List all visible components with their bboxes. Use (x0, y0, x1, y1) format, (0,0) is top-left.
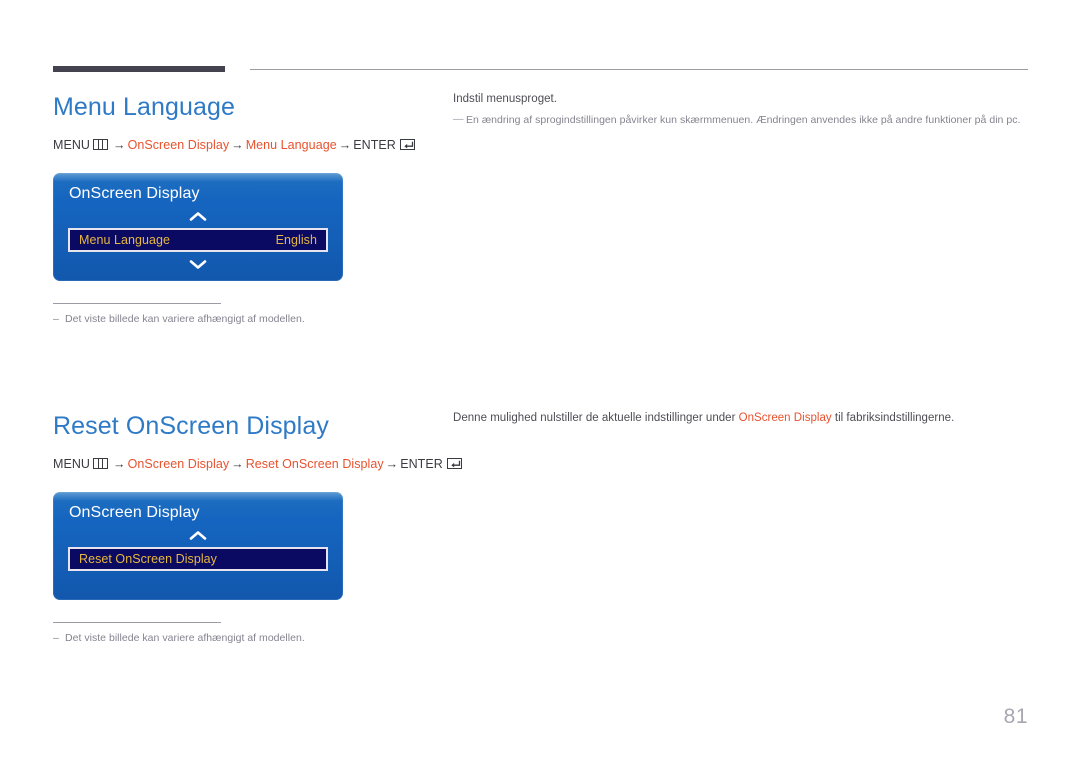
breadcrumb-step-2: Reset OnScreen Display (245, 457, 384, 471)
footnote-rule (53, 303, 221, 304)
breadcrumb-arrow-3: → (385, 457, 399, 471)
footnote-text: Det viste billede kan variere afhængigt … (65, 632, 305, 644)
breadcrumb-menu-label: MENU (53, 138, 91, 152)
osd-panel: OnScreen Display Reset OnScreen Display (53, 492, 343, 600)
breadcrumb-arrow-1: → (113, 457, 126, 471)
breadcrumb: MENU → OnScreen Display → Menu Language → ENTE… (53, 138, 433, 152)
footnote-text: Det viste billede kan variere afhængigt … (65, 313, 305, 325)
footnote-line: – Det viste billede kan variere afhængigt… (53, 312, 433, 326)
enter-return-icon (399, 139, 415, 150)
osd-row-value: English (275, 233, 317, 247)
footnote-line: – Det viste billede kan variere afhængigt… (53, 631, 433, 645)
menu-grid-icon (93, 458, 109, 469)
section-1-left-column: Menu Language MENU → OnScreen Display → Menu… (53, 92, 433, 326)
breadcrumb-menu-label: MENU (53, 457, 91, 471)
section-2-right-column: Denne mulighed nulstiller de aktuelle in… (453, 411, 1033, 426)
osd-row-label: Reset OnScreen Display (79, 552, 217, 566)
osd-row-menu-language[interactable]: Menu Language English (68, 228, 328, 252)
footnote-rule (53, 622, 221, 623)
description-body-accent: OnScreen Display (738, 412, 832, 424)
breadcrumb-arrow-3: → (338, 138, 352, 152)
description-title: Indstil menusproget. (453, 93, 557, 105)
description-note-text: En ændring af sprogindstillingen påvirke… (466, 114, 1021, 126)
breadcrumb-step-1: OnScreen Display (127, 457, 230, 471)
breadcrumb: MENU → OnScreen Display → Reset OnScreen Dis… (53, 457, 462, 471)
breadcrumb-arrow-1: → (113, 138, 126, 152)
panel-footnote: – Det viste billede kan variere afhængigt… (53, 303, 433, 326)
breadcrumb-arrow-2: → (231, 457, 244, 471)
panel-footnote: – Det viste billede kan variere afhængigt… (53, 622, 433, 645)
page-header-rules (0, 0, 1080, 80)
chevron-up-icon[interactable] (53, 211, 343, 223)
description-note: — En ændring af sprogindstillingen påvirk… (453, 113, 1042, 128)
note-dash-icon: — (453, 113, 464, 125)
breadcrumb-enter-label: ENTER (353, 138, 396, 152)
page-title: Reset OnScreen Display (53, 412, 329, 440)
breadcrumb-enter-label: ENTER (400, 457, 443, 471)
description-body-after: til fabriksindstillingerne. (831, 412, 955, 424)
description-body-before: Denne mulighed nulstiller de aktuelle in… (453, 412, 739, 424)
description-body: Denne mulighed nulstiller de aktuelle in… (453, 411, 1033, 426)
osd-panel: OnScreen Display Menu Language English (53, 173, 343, 281)
osd-panel-title: OnScreen Display (69, 504, 200, 521)
menu-grid-icon (93, 139, 109, 150)
enter-return-icon (446, 458, 462, 469)
breadcrumb-step-1: OnScreen Display (127, 138, 230, 152)
footnote-dash: – (53, 632, 59, 644)
section-1-right-column: Indstil menusproget. — En ændring af spro… (453, 92, 1033, 128)
osd-panel-title: OnScreen Display (69, 185, 200, 202)
chevron-down-icon[interactable] (53, 259, 343, 271)
header-rule-thin (250, 69, 1028, 70)
breadcrumb-step-2: Menu Language (245, 138, 337, 152)
osd-row-reset-onscreen-display[interactable]: Reset OnScreen Display (68, 547, 328, 571)
footnote-dash: – (53, 313, 59, 325)
page-number: 81 (1003, 705, 1028, 728)
page-title: Menu Language (53, 93, 236, 121)
header-rule-thick (53, 66, 225, 72)
chevron-up-icon[interactable] (53, 530, 343, 542)
osd-row-label: Menu Language (79, 233, 171, 247)
breadcrumb-arrow-2: → (231, 138, 244, 152)
section-2-left-column: Reset OnScreen Display MENU → OnScreen Dis… (53, 411, 462, 645)
